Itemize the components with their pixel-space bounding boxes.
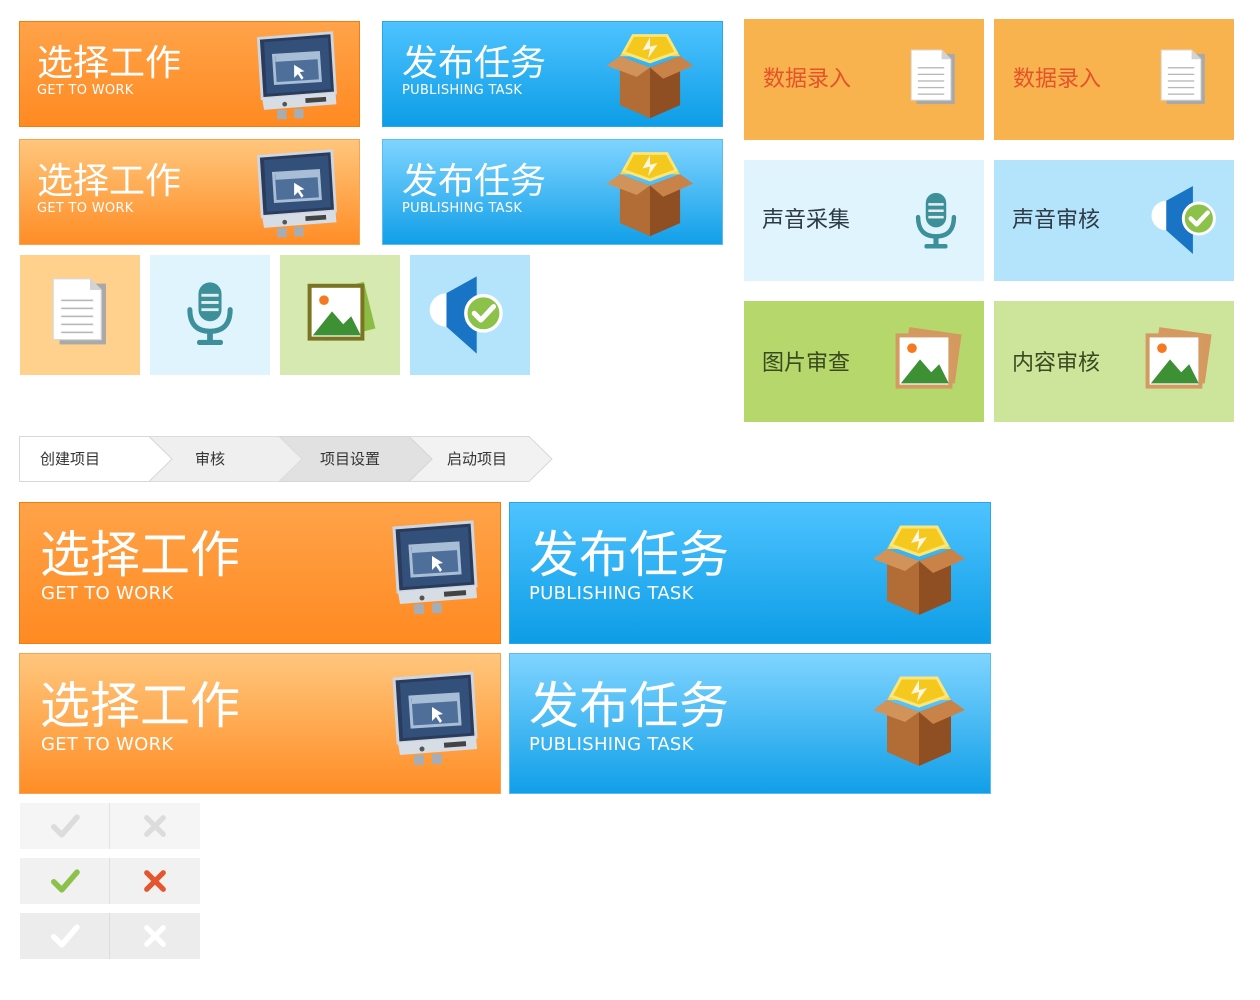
work-tile-large-2[interactable]: 选择工作 GET TO WORK [19, 653, 501, 794]
task-tile-large-1[interactable]: 发布任务 PUBLISHING TASK [509, 502, 991, 644]
task-tile-subtitle: PUBLISHING TASK [402, 201, 523, 216]
check-button-disabled-1[interactable] [20, 803, 110, 849]
work-tile-title: 选择工作 [37, 161, 182, 202]
document-icon-tile[interactable] [20, 255, 140, 375]
monitor-icon [249, 29, 343, 123]
task-tile-title: 发布任务 [402, 161, 547, 202]
cross-icon [140, 921, 170, 951]
card-label: 声音采集 [762, 208, 851, 233]
card-label: 数据录入 [1013, 67, 1102, 92]
card-data-entry-2[interactable]: 数据录入 [994, 19, 1234, 140]
speaker-check-icon [1150, 182, 1224, 258]
work-tile-title: 选择工作 [40, 677, 240, 735]
check-button-disabled-2[interactable] [20, 913, 110, 959]
card-voice-review[interactable]: 声音审核 [994, 160, 1234, 281]
package-box-icon [603, 146, 697, 240]
card-voice-collect[interactable]: 声音采集 [744, 160, 984, 281]
package-box-icon [868, 519, 970, 619]
image-icon [1138, 321, 1218, 401]
check-button-active[interactable] [20, 858, 110, 904]
card-data-entry-1[interactable]: 数据录入 [744, 19, 984, 140]
step-create-project[interactable]: 创建项目 [40, 436, 100, 482]
document-icon [902, 41, 968, 117]
task-tile-title: 发布任务 [529, 526, 729, 584]
speaker-check-icon [428, 273, 512, 357]
card-label: 声音审核 [1012, 208, 1101, 233]
monitor-icon [249, 147, 343, 241]
check-icon [48, 810, 82, 842]
task-tile-large-2[interactable]: 发布任务 PUBLISHING TASK [509, 653, 991, 794]
check-icon [48, 865, 82, 897]
cross-button-active[interactable] [110, 858, 200, 904]
step-progress-bar: 创建项目 审核 项目设置 启动项目 [19, 436, 555, 482]
monitor-icon [384, 669, 484, 769]
task-tile-subtitle: PUBLISHING TASK [402, 83, 523, 98]
card-image-review[interactable]: 图片审查 [744, 301, 984, 422]
card-label: 内容审核 [1012, 351, 1101, 376]
microphone-icon [174, 271, 246, 357]
step-project-settings[interactable]: 项目设置 [320, 436, 380, 482]
microphone-icon [904, 178, 968, 264]
card-content-review[interactable]: 内容审核 [994, 301, 1234, 422]
task-tile-title: 发布任务 [529, 677, 729, 735]
work-tile-small-1[interactable]: 选择工作 GET TO WORK [19, 21, 360, 127]
image-icon [300, 273, 380, 353]
card-label: 数据录入 [763, 67, 852, 92]
task-tile-subtitle: PUBLISHING TASK [529, 734, 694, 755]
card-label: 图片审查 [762, 351, 851, 376]
package-box-icon [603, 28, 697, 122]
speaker-check-icon-tile[interactable] [410, 255, 530, 375]
step-review[interactable]: 审核 [195, 436, 225, 482]
cross-button-disabled-2[interactable] [110, 913, 200, 959]
work-tile-large-1[interactable]: 选择工作 GET TO WORK [19, 502, 501, 644]
work-tile-title: 选择工作 [40, 526, 240, 584]
work-tile-subtitle: GET TO WORK [41, 734, 174, 755]
task-tile-small-1[interactable]: 发布任务 PUBLISHING TASK [382, 21, 723, 127]
work-tile-title: 选择工作 [37, 43, 182, 84]
cross-button-disabled-1[interactable] [110, 803, 200, 849]
task-tile-small-2[interactable]: 发布任务 PUBLISHING TASK [382, 139, 723, 245]
check-icon [48, 920, 82, 952]
work-tile-subtitle: GET TO WORK [37, 83, 134, 98]
document-icon [1152, 41, 1218, 117]
cross-icon [140, 811, 170, 841]
work-tile-small-2[interactable]: 选择工作 GET TO WORK [19, 139, 360, 245]
image-icon-tile[interactable] [280, 255, 400, 375]
cross-icon [140, 866, 170, 896]
task-tile-title: 发布任务 [402, 43, 547, 84]
step-launch-project[interactable]: 启动项目 [447, 436, 507, 482]
document-icon [42, 271, 122, 357]
work-tile-subtitle: GET TO WORK [41, 583, 174, 604]
package-box-icon [868, 670, 970, 770]
task-tile-subtitle: PUBLISHING TASK [529, 583, 694, 604]
image-icon [888, 321, 968, 401]
monitor-icon [384, 518, 484, 618]
work-tile-subtitle: GET TO WORK [37, 201, 134, 216]
microphone-icon-tile[interactable] [150, 255, 270, 375]
